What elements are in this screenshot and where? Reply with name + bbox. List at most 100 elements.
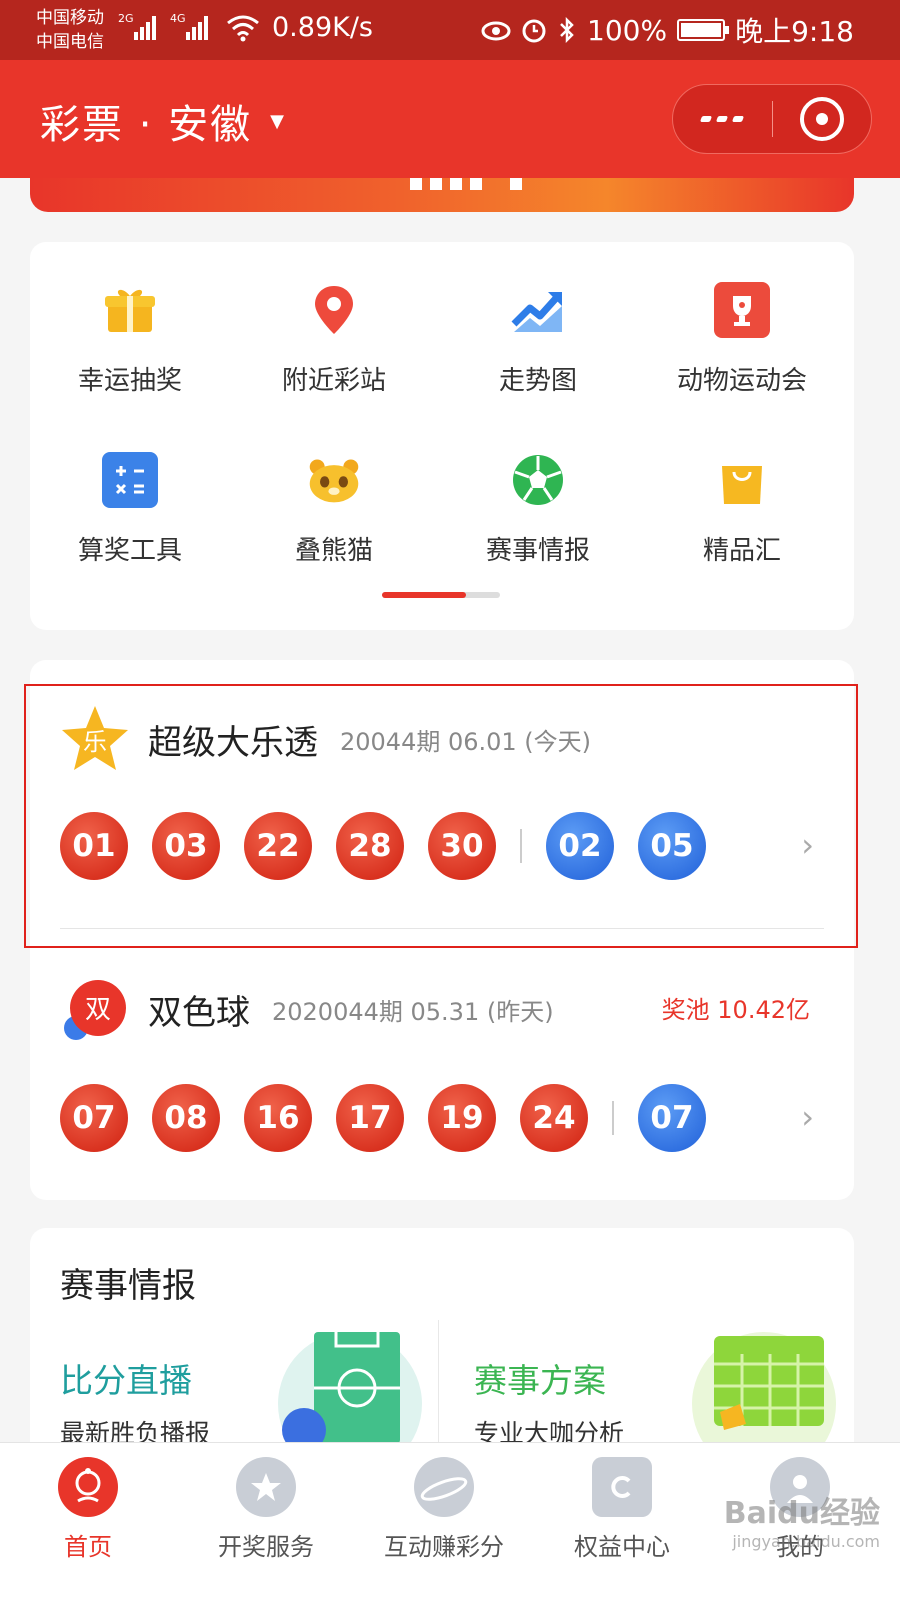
watermark-brand: Baidu经验: [723, 1496, 880, 1531]
red-ball: 08: [152, 1084, 220, 1152]
status-bar: 中国移动 中国电信 2G 4G 0.89K/s 100% 晚上9:18: [0, 0, 900, 60]
ssq-balls[interactable]: 07 08 16 17 19 24 07: [60, 1084, 730, 1152]
close-miniprogram-button[interactable]: [772, 97, 871, 141]
alarm-icon: [522, 19, 546, 43]
baidu-watermark: Baidu经验 jingyan.baidu.com: [724, 1488, 880, 1551]
menu-label: 动物运动会: [676, 366, 807, 396]
close-target-icon: [799, 97, 844, 141]
banner-indicator: [410, 178, 522, 190]
more-dots-icon: [700, 116, 713, 122]
page-title: 彩票 · 安徽: [40, 102, 253, 148]
tab-label: 互动赚彩分: [384, 1533, 504, 1561]
more-menu-button[interactable]: [673, 116, 772, 122]
carrier-labels: 中国移动 中国电信: [36, 6, 104, 54]
menu-label: 精品汇: [702, 536, 781, 566]
menu-match-intel[interactable]: 赛事情报: [438, 452, 638, 567]
lottery-header-dlt[interactable]: 乐 超级大乐透 20044期 06.01 (今天): [60, 704, 591, 774]
trend-chart-icon: [510, 282, 566, 338]
bluetooth-icon: [560, 17, 574, 43]
tab-label: 权益中心: [574, 1533, 670, 1561]
lottery-name: 超级大乐透: [148, 722, 318, 763]
eye-icon: [481, 21, 511, 41]
blue-ball: 02: [546, 812, 614, 880]
chevron-right-icon[interactable]: ›: [801, 826, 814, 864]
trophy-icon: [714, 282, 770, 338]
menu-label: 幸运抽奖: [77, 366, 182, 396]
red-ball: 17: [336, 1084, 404, 1152]
menu-trend-chart[interactable]: 走势图: [438, 282, 638, 397]
menu-label: 走势图: [498, 366, 577, 396]
location-pin-icon: [306, 282, 362, 338]
red-ball: 01: [60, 812, 128, 880]
gift-icon: [102, 282, 158, 338]
network-speed: 0.89K/s: [272, 12, 373, 43]
battery-percent: 100%: [587, 13, 668, 47]
tab-home[interactable]: 首页: [8, 1457, 168, 1562]
menu-label: 赛事情报: [485, 536, 590, 566]
watermark-url: jingyan.baidu.com: [732, 1532, 880, 1551]
chevron-right-icon[interactable]: ›: [801, 1098, 814, 1136]
planet-icon: [414, 1457, 474, 1517]
red-ball: 16: [244, 1084, 312, 1152]
ssq-logo-icon: 双: [64, 980, 126, 1040]
signal-bars-icon: [134, 14, 156, 40]
app-header: 彩票 · 安徽 ▼: [0, 60, 900, 178]
shopping-bag-icon: [714, 452, 770, 508]
tab-earn-points[interactable]: 互动赚彩分: [364, 1457, 524, 1562]
carrier-1: 中国移动: [36, 8, 104, 28]
menu-boutique[interactable]: 精品汇: [642, 452, 842, 567]
lottery-results-card: 乐 超级大乐透 20044期 06.01 (今天) 01 03 22 28 30…: [30, 660, 854, 1200]
menu-animal-games[interactable]: 动物运动会: [642, 282, 842, 397]
red-ball: 03: [152, 812, 220, 880]
red-ball: 28: [336, 812, 404, 880]
network-type-1: 2G: [118, 12, 134, 25]
medal-icon: [592, 1457, 652, 1517]
menu-nearby-stores[interactable]: 附近彩站: [234, 282, 434, 397]
dlt-logo-icon: 乐: [62, 706, 128, 770]
menu-page-indicator: [382, 592, 500, 598]
miniprogram-capsule: [672, 84, 872, 154]
tab-draw-service[interactable]: 开奖服务: [186, 1457, 346, 1562]
ball-separator: [520, 829, 522, 863]
tab-label: 首页: [64, 1533, 112, 1561]
tab-benefits-center[interactable]: 权益中心: [542, 1457, 702, 1562]
menu-panda-stack[interactable]: 叠熊猫: [234, 452, 434, 567]
blue-ball: 07: [638, 1084, 706, 1152]
calculator-icon: [102, 452, 158, 508]
section-title: 赛事情报: [60, 1266, 196, 1306]
lottery-issue-date: 20044期 06.01 (今天): [340, 727, 592, 756]
triangle-down-icon: ▼: [270, 110, 286, 132]
blue-ball: 05: [638, 812, 706, 880]
dlt-balls[interactable]: 01 03 22 28 30 02 05: [60, 812, 730, 880]
match-plan-title: 赛事方案: [474, 1361, 606, 1400]
region-selector[interactable]: 彩票 · 安徽 ▼: [40, 92, 286, 150]
battery-icon: [677, 19, 730, 41]
lottery-issue-date: 2020044期 05.31 (昨天): [272, 997, 554, 1026]
menu-label: 算奖工具: [77, 536, 182, 566]
clock: 晚上9:18: [735, 15, 854, 48]
calendar-icon: [692, 1332, 836, 1444]
lottery-header-ssq[interactable]: 双 双色球 2020044期 05.31 (昨天): [60, 974, 554, 1044]
menu-lucky-draw[interactable]: 幸运抽奖: [30, 282, 230, 397]
network-type-2: 4G: [170, 12, 186, 25]
soccer-ball-icon: [510, 452, 566, 508]
menu-label: 叠熊猫: [294, 536, 373, 566]
carrier-2: 中国电信: [36, 32, 104, 52]
menu-label: 附近彩站: [281, 366, 386, 396]
svg-text:乐: 乐: [83, 728, 107, 756]
quick-menu-card: 幸运抽奖 附近彩站 走势图 动物运动会 算奖工具 叠熊猫 赛事情报 精品汇: [30, 242, 854, 630]
jackpot-amount: 奖池 10.42亿: [661, 996, 810, 1024]
red-ball: 07: [60, 1084, 128, 1152]
red-ball: 24: [520, 1084, 588, 1152]
soccer-field-icon: [278, 1332, 422, 1444]
svg-text:双: 双: [85, 995, 111, 1025]
lottery-name: 双色球: [148, 992, 250, 1033]
red-ball: 19: [428, 1084, 496, 1152]
wifi-icon: [227, 15, 259, 42]
live-score-title: 比分直播: [60, 1361, 192, 1400]
divider: [60, 928, 824, 929]
prize-badge-icon: [236, 1457, 296, 1517]
tab-label: 开奖服务: [218, 1533, 314, 1561]
red-ball: 30: [428, 812, 496, 880]
menu-prize-calculator[interactable]: 算奖工具: [30, 452, 230, 567]
